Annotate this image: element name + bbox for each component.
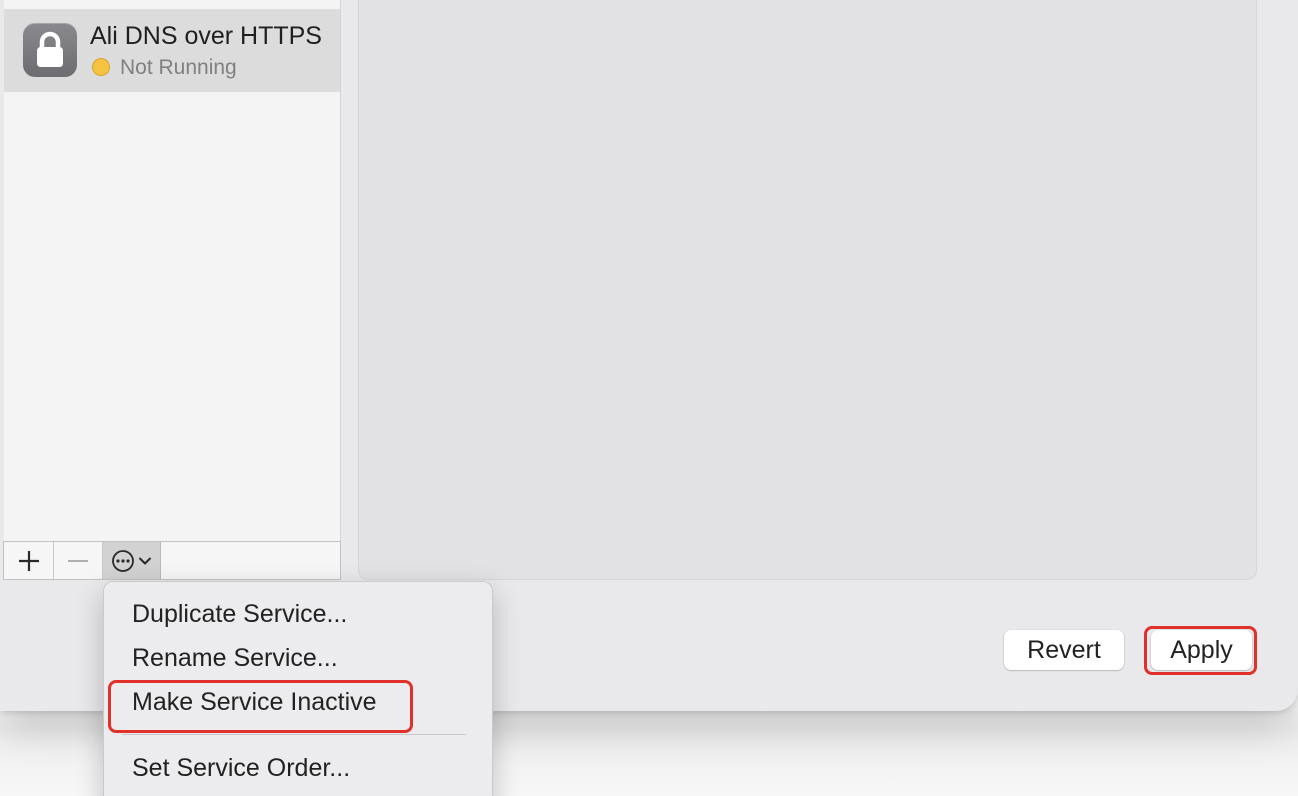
menu-item-set-service-order[interactable]: Set Service Order... — [132, 754, 350, 783]
apply-button[interactable]: Apply — [1151, 630, 1252, 670]
previous-service-row-edge — [4, 0, 340, 10]
add-service-button[interactable] — [4, 542, 54, 579]
revert-button[interactable]: Revert — [1004, 630, 1124, 670]
chevron-down-icon — [139, 557, 151, 564]
menu-item-rename-service[interactable]: Rename Service... — [132, 644, 338, 673]
service-list: Ali DNS over HTTPS Not Running — [4, 0, 341, 541]
remove-service-button[interactable] — [54, 542, 103, 579]
ellipsis-circle-icon — [112, 549, 134, 572]
service-action-menu: Duplicate Service... Rename Service... M… — [103, 581, 493, 796]
service-action-menu-button[interactable] — [103, 542, 161, 579]
menu-separator — [122, 734, 466, 735]
service-row-ali-dns[interactable]: Ali DNS over HTTPS Not Running — [4, 10, 340, 92]
minus-icon — [68, 559, 88, 562]
menu-item-duplicate-service[interactable]: Duplicate Service... — [132, 600, 347, 629]
service-list-toolbar — [3, 541, 341, 580]
menu-item-make-service-inactive[interactable]: Make Service Inactive — [132, 688, 377, 717]
status-dot-icon — [92, 58, 110, 76]
lock-icon — [23, 23, 77, 77]
service-status: Not Running — [120, 56, 237, 79]
service-detail-pane — [358, 0, 1257, 580]
plus-icon — [18, 550, 39, 571]
service-name: Ali DNS over HTTPS — [90, 22, 322, 50]
